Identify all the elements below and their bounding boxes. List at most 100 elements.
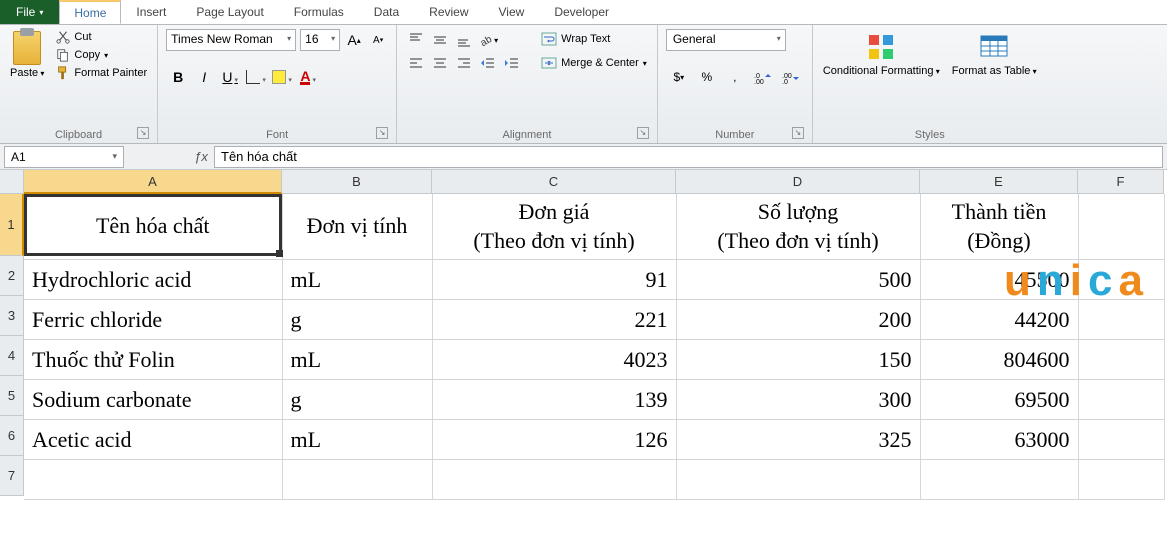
wrap-text-button[interactable]: Wrap Text (539, 29, 649, 49)
cell-A4[interactable]: Thuốc thử Folin (24, 340, 282, 380)
alignment-dialog-launcher[interactable]: ↘ (637, 127, 649, 139)
cell-A1[interactable]: Tên hóa chất (24, 194, 282, 260)
cell-E2[interactable]: 45500 (920, 260, 1078, 300)
column-header-C[interactable]: C (432, 170, 676, 194)
cell-A6[interactable]: Acetic acid (24, 420, 282, 460)
orientation-button[interactable]: ab▾ (477, 29, 499, 51)
cell-C4[interactable]: 4023 (432, 340, 676, 380)
font-name-combo[interactable]: Times New Roman (166, 29, 296, 51)
cell-D7[interactable] (676, 460, 920, 500)
cell-B5[interactable]: g (282, 380, 432, 420)
row-header-6[interactable]: 6 (0, 416, 24, 456)
cell-E5[interactable]: 69500 (920, 380, 1078, 420)
align-bottom-button[interactable] (453, 29, 475, 51)
number-dialog-launcher[interactable]: ↘ (792, 127, 804, 139)
cell-F3[interactable] (1078, 300, 1164, 340)
font-dialog-launcher[interactable]: ↘ (376, 127, 388, 139)
cell-F2[interactable] (1078, 260, 1164, 300)
paste-button[interactable]: Paste (8, 29, 46, 81)
borders-button[interactable] (244, 65, 268, 89)
cell-C7[interactable] (432, 460, 676, 500)
cell-F4[interactable] (1078, 340, 1164, 380)
cell-B3[interactable]: g (282, 300, 432, 340)
fx-icon[interactable]: ƒx (188, 149, 214, 164)
cell-C6[interactable]: 126 (432, 420, 676, 460)
cell-C3[interactable]: 221 (432, 300, 676, 340)
formula-input[interactable]: Tên hóa chất (214, 146, 1163, 168)
cell-F6[interactable] (1078, 420, 1164, 460)
cell-E7[interactable] (920, 460, 1078, 500)
merge-center-button[interactable]: Merge & Center▾ (539, 53, 649, 73)
row-header-7[interactable]: 7 (0, 456, 24, 496)
cell-E3[interactable]: 44200 (920, 300, 1078, 340)
cell-D6[interactable]: 325 (676, 420, 920, 460)
percent-button[interactable]: % (694, 65, 720, 89)
cell-D4[interactable]: 150 (676, 340, 920, 380)
conditional-formatting-button[interactable]: Conditional Formatting (821, 29, 942, 79)
tab-formulas[interactable]: Formulas (279, 0, 359, 24)
shrink-font-button[interactable]: A▾ (368, 30, 388, 50)
align-left-button[interactable] (405, 53, 427, 75)
cell-A7[interactable] (24, 460, 282, 500)
align-top-button[interactable] (405, 29, 427, 51)
row-header-1[interactable]: 1 (0, 194, 24, 256)
tab-review[interactable]: Review (414, 0, 483, 24)
column-header-F[interactable]: F (1078, 170, 1164, 194)
name-box[interactable]: A1 (4, 146, 124, 168)
cell-B1[interactable]: Đơn vị tính (282, 194, 432, 260)
clipboard-dialog-launcher[interactable]: ↘ (137, 127, 149, 139)
column-header-B[interactable]: B (282, 170, 432, 194)
tab-data[interactable]: Data (359, 0, 414, 24)
cell-D3[interactable]: 200 (676, 300, 920, 340)
column-header-D[interactable]: D (676, 170, 920, 194)
align-center-button[interactable] (429, 53, 451, 75)
cut-button[interactable]: Cut (54, 29, 149, 45)
format-painter-button[interactable]: Format Painter (54, 65, 149, 81)
row-header-5[interactable]: 5 (0, 376, 24, 416)
currency-button[interactable]: $▾ (666, 65, 692, 89)
comma-button[interactable]: , (722, 65, 748, 89)
column-header-E[interactable]: E (920, 170, 1078, 194)
cell-D5[interactable]: 300 (676, 380, 920, 420)
copy-button[interactable]: Copy▾ (54, 47, 149, 63)
fill-color-button[interactable] (270, 65, 294, 89)
tab-insert[interactable]: Insert (121, 0, 181, 24)
decrease-indent-button[interactable] (477, 53, 499, 75)
select-all-corner[interactable] (0, 170, 24, 194)
tab-home[interactable]: Home (59, 0, 121, 24)
cell-C5[interactable]: 139 (432, 380, 676, 420)
number-format-combo[interactable]: General (666, 29, 786, 51)
cell-B4[interactable]: mL (282, 340, 432, 380)
decrease-decimal-button[interactable]: .00.0 (778, 65, 804, 89)
cell-B7[interactable] (282, 460, 432, 500)
column-header-A[interactable]: A (24, 170, 282, 194)
cell-F1[interactable] (1078, 194, 1164, 260)
cell-D2[interactable]: 500 (676, 260, 920, 300)
file-tab[interactable]: File (0, 0, 59, 24)
cell-E4[interactable]: 804600 (920, 340, 1078, 380)
row-header-3[interactable]: 3 (0, 296, 24, 336)
tab-developer[interactable]: Developer (539, 0, 624, 24)
cell-D1[interactable]: Số lượng(Theo đơn vị tính) (676, 194, 920, 260)
tab-page-layout[interactable]: Page Layout (181, 0, 278, 24)
italic-button[interactable]: I (192, 65, 216, 89)
font-color-button[interactable]: A (296, 65, 320, 89)
bold-button[interactable]: B (166, 65, 190, 89)
font-size-combo[interactable]: 16 (300, 29, 340, 51)
cell-A5[interactable]: Sodium carbonate (24, 380, 282, 420)
increase-indent-button[interactable] (501, 53, 523, 75)
cell-C1[interactable]: Đơn giá(Theo đơn vị tính) (432, 194, 676, 260)
cell-F5[interactable] (1078, 380, 1164, 420)
grow-font-button[interactable]: A▴ (344, 30, 364, 50)
align-right-button[interactable] (453, 53, 475, 75)
row-header-4[interactable]: 4 (0, 336, 24, 376)
cell-B2[interactable]: mL (282, 260, 432, 300)
cell-B6[interactable]: mL (282, 420, 432, 460)
cell-A2[interactable]: Hydrochloric acid (24, 260, 282, 300)
cell-E6[interactable]: 63000 (920, 420, 1078, 460)
increase-decimal-button[interactable]: .0.00 (750, 65, 776, 89)
cell-A3[interactable]: Ferric chloride (24, 300, 282, 340)
format-as-table-button[interactable]: Format as Table (950, 29, 1039, 79)
cell-C2[interactable]: 91 (432, 260, 676, 300)
align-middle-button[interactable] (429, 29, 451, 51)
